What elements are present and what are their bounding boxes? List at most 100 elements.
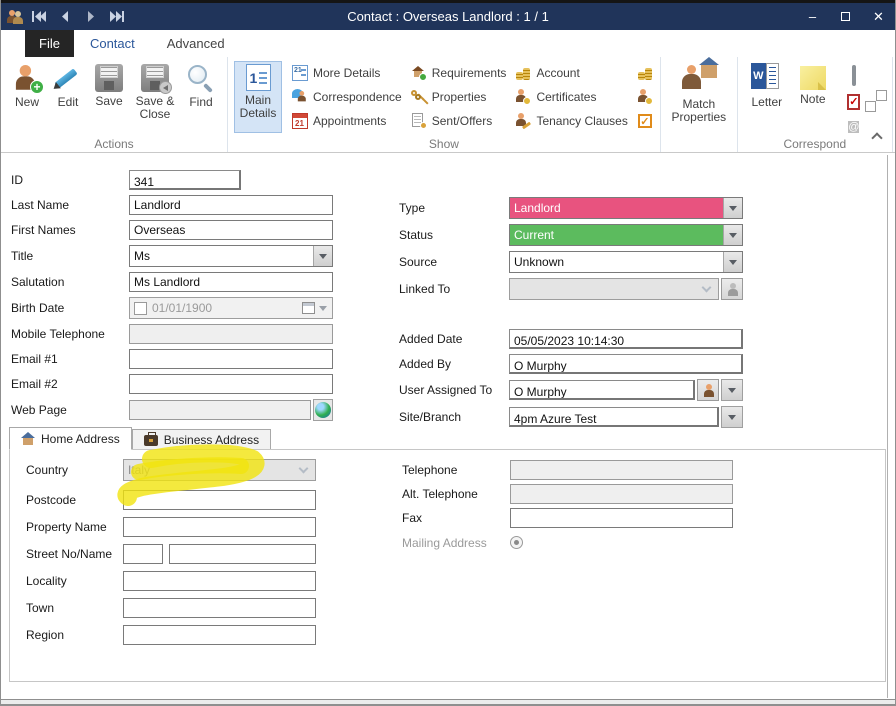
find-button[interactable]: Find bbox=[181, 61, 221, 111]
dropdown-arrow-icon bbox=[729, 233, 737, 238]
town-input[interactable] bbox=[123, 598, 316, 618]
source-dropdown-button[interactable] bbox=[723, 252, 742, 272]
status-combo[interactable]: Current bbox=[509, 224, 743, 246]
group-label-actions: Actions bbox=[1, 137, 227, 151]
close-button[interactable]: ✕ bbox=[862, 3, 895, 30]
account-mini-button[interactable] bbox=[635, 61, 655, 85]
tab-home-address[interactable]: Home Address bbox=[9, 427, 132, 450]
status-row: Status Current bbox=[399, 224, 743, 246]
sticky-note-icon bbox=[800, 66, 826, 90]
web-page-label: Web Page bbox=[11, 403, 129, 417]
group-show: 1 Main Details 21 More Details Correspon… bbox=[228, 57, 661, 152]
postcode-label: Postcode bbox=[26, 493, 123, 507]
address-right-column: Telephone Alt. Telephone Fax Mailing Add… bbox=[402, 460, 742, 557]
region-label: Region bbox=[26, 628, 123, 642]
type-dropdown-button[interactable] bbox=[723, 198, 742, 218]
site-branch-label: Site/Branch bbox=[399, 410, 509, 424]
user-assigned-dropdown-button[interactable] bbox=[721, 379, 743, 401]
certificates-button[interactable]: Certificates bbox=[515, 85, 627, 109]
tab-file[interactable]: File bbox=[25, 30, 74, 57]
edit-button[interactable]: Edit bbox=[49, 61, 87, 111]
linked-to-combo bbox=[509, 278, 719, 300]
group-label-show: Show bbox=[228, 137, 660, 151]
nav-last-button[interactable] bbox=[105, 7, 128, 27]
user-assigned-field[interactable] bbox=[509, 380, 695, 400]
maximize-button[interactable] bbox=[829, 3, 862, 30]
person-mini-button[interactable] bbox=[635, 85, 655, 109]
tab-advanced[interactable]: Advanced bbox=[151, 30, 241, 57]
minimize-button[interactable]: – bbox=[796, 3, 829, 30]
nav-next-button[interactable] bbox=[79, 7, 102, 27]
locality-input[interactable] bbox=[123, 571, 316, 591]
fax-input[interactable] bbox=[510, 508, 733, 528]
source-row: Source Unknown bbox=[399, 251, 743, 273]
status-dropdown-button[interactable] bbox=[723, 225, 742, 245]
region-input[interactable] bbox=[123, 625, 316, 645]
last-name-input[interactable] bbox=[129, 195, 333, 215]
requirements-button[interactable]: Requirements bbox=[411, 61, 507, 85]
street-label: Street No/Name bbox=[26, 547, 123, 561]
red-checkbox-button[interactable]: ✓ bbox=[847, 92, 860, 110]
tenancy-clauses-button[interactable]: Tenancy Clauses bbox=[515, 109, 627, 133]
birth-date-checkbox[interactable] bbox=[134, 302, 147, 315]
floppy-icon bbox=[95, 64, 123, 92]
street-no-input[interactable] bbox=[123, 544, 163, 564]
email2-input[interactable] bbox=[129, 374, 333, 394]
first-names-input[interactable] bbox=[129, 220, 333, 240]
id-label: ID bbox=[11, 173, 129, 187]
document-icon bbox=[411, 113, 427, 129]
account-button[interactable]: Account bbox=[515, 61, 627, 85]
property-name-input[interactable] bbox=[123, 517, 316, 537]
tab-contact[interactable]: Contact bbox=[74, 30, 151, 57]
home-address-panel: Country Italy Postcode Property Name Str… bbox=[9, 449, 886, 682]
email-button[interactable]: @ bbox=[848, 117, 859, 135]
main-details-button[interactable]: 1 Main Details bbox=[234, 61, 282, 133]
id-field[interactable] bbox=[129, 170, 241, 190]
town-label: Town bbox=[26, 601, 123, 615]
nav-previous-button[interactable] bbox=[53, 7, 76, 27]
site-branch-field[interactable] bbox=[509, 407, 719, 427]
coins-icon bbox=[515, 65, 531, 81]
birth-date-picker[interactable]: 01/01/1900 bbox=[129, 297, 333, 319]
salutation-row: Salutation bbox=[11, 272, 333, 292]
added-date-field bbox=[509, 329, 743, 349]
appointments-button[interactable]: 21 Appointments bbox=[292, 109, 402, 133]
sent-offers-button[interactable]: Sent/Offers bbox=[411, 109, 507, 133]
mailing-address-radio[interactable] bbox=[510, 536, 523, 549]
linked-to-people-button[interactable] bbox=[721, 278, 743, 300]
new-button[interactable]: + New bbox=[7, 61, 47, 111]
country-label: Country bbox=[26, 463, 123, 477]
person-certificate-icon bbox=[515, 89, 531, 105]
source-combo[interactable]: Unknown bbox=[509, 251, 743, 273]
contact-details-right: Type Landlord Status Current Source Unkn… bbox=[399, 172, 743, 433]
more-details-button[interactable]: 21 More Details bbox=[292, 61, 402, 85]
tab-business-address[interactable]: Business Address bbox=[132, 429, 271, 450]
type-combo[interactable]: Landlord bbox=[509, 197, 743, 219]
sms-button[interactable] bbox=[852, 67, 856, 85]
match-properties-button[interactable]: Match Properties bbox=[667, 61, 731, 126]
checkbox-mini-button[interactable]: ✓ bbox=[635, 109, 655, 133]
ribbon-collapse-area bbox=[892, 57, 895, 152]
save-button[interactable]: Save bbox=[89, 61, 129, 110]
title-dropdown-button[interactable] bbox=[313, 246, 332, 266]
person-money-icon bbox=[637, 89, 653, 105]
correspondence-button[interactable]: Correspondence bbox=[292, 85, 402, 109]
site-branch-dropdown-button[interactable] bbox=[721, 406, 743, 428]
letter-button[interactable]: W Letter bbox=[744, 61, 790, 111]
email1-input[interactable] bbox=[129, 349, 333, 369]
save-close-button[interactable]: Save & Close bbox=[131, 61, 179, 123]
user-picker-button[interactable] bbox=[697, 379, 719, 401]
postcode-input[interactable] bbox=[123, 490, 316, 510]
source-label: Source bbox=[399, 255, 509, 269]
window-controls: – ✕ bbox=[796, 3, 895, 30]
nav-first-button[interactable] bbox=[27, 7, 50, 27]
user-assigned-row: User Assigned To bbox=[399, 379, 743, 401]
properties-button[interactable]: Properties bbox=[411, 85, 507, 109]
street-name-input[interactable] bbox=[169, 544, 316, 564]
note-button[interactable]: Note bbox=[792, 61, 834, 108]
web-page-row: Web Page bbox=[11, 399, 333, 421]
open-web-page-button[interactable] bbox=[313, 399, 333, 421]
title-combo[interactable]: Ms bbox=[129, 245, 333, 267]
birth-date-row: Birth Date 01/01/1900 bbox=[11, 297, 333, 319]
salutation-input[interactable] bbox=[129, 272, 333, 292]
